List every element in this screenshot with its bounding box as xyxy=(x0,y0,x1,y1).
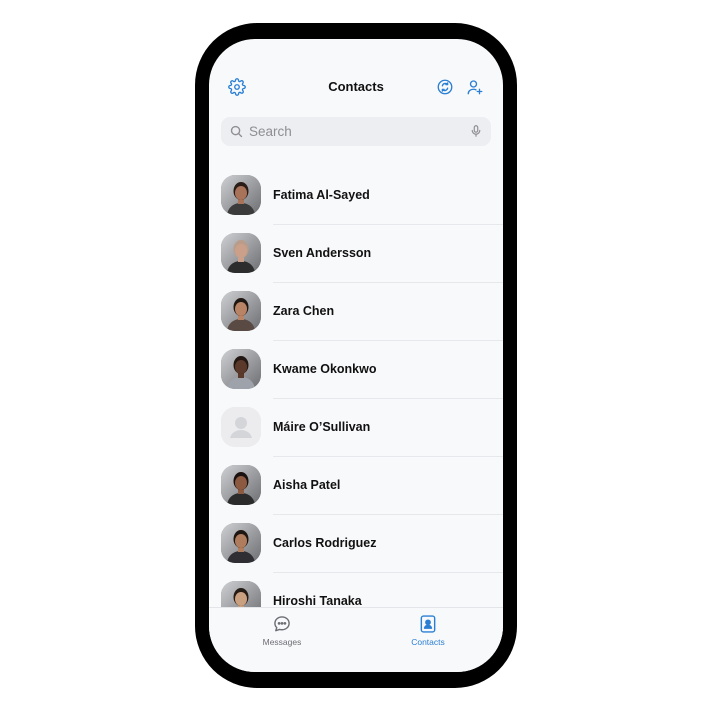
avatar-photo xyxy=(221,233,261,273)
app-screen: Contacts Search Fatima Al-Sayed Sven And… xyxy=(209,39,503,672)
contact-name: Hiroshi Tanaka xyxy=(273,594,362,608)
person-silhouette-icon xyxy=(221,407,261,447)
tab-bar: Messages Contacts xyxy=(209,607,503,672)
add-contact-button[interactable] xyxy=(465,77,485,97)
sync-button[interactable] xyxy=(435,77,455,97)
contact-name: Zara Chen xyxy=(273,304,335,318)
tab-contacts-label: Contacts xyxy=(411,637,445,647)
contact-row[interactable]: Aisha Patel xyxy=(209,457,503,515)
add-contact-icon xyxy=(467,80,483,95)
sync-icon xyxy=(437,79,453,95)
search-input[interactable] xyxy=(249,117,449,146)
tab-messages-label: Messages xyxy=(262,637,302,647)
contact-name: Kwame Okonkwo xyxy=(273,362,377,376)
avatar xyxy=(221,349,261,389)
avatar-photo xyxy=(221,465,261,505)
avatar xyxy=(221,523,261,563)
contact-row[interactable]: Zara Chen xyxy=(209,283,503,341)
contact-row[interactable]: Carlos Rodriguez xyxy=(209,515,503,573)
contact-row[interactable]: Kwame Okonkwo xyxy=(209,341,503,399)
search-icon xyxy=(230,125,243,138)
avatar-photo xyxy=(221,291,261,331)
chat-bubble-icon xyxy=(274,616,290,632)
avatar xyxy=(221,175,261,215)
avatar xyxy=(221,233,261,273)
page-title: Contacts xyxy=(328,79,384,94)
contact-row[interactable]: Máire O’Sullivan xyxy=(209,399,503,457)
phone-frame: Contacts Search Fatima Al-Sayed Sven And… xyxy=(195,23,517,688)
contact-list: Fatima Al-Sayed Sven Andersson Zara Chen Kw… xyxy=(209,167,503,631)
tab-messages[interactable]: Messages xyxy=(237,614,327,647)
contact-name: Fatima Al-Sayed xyxy=(273,188,370,202)
tab-contacts[interactable]: Contacts xyxy=(383,614,473,647)
contact-name: Máire O’Sullivan xyxy=(273,420,371,434)
avatar-photo xyxy=(221,523,261,563)
contacts-book-icon xyxy=(420,615,436,633)
microphone-icon[interactable] xyxy=(469,123,483,139)
avatar xyxy=(221,465,261,505)
contact-row[interactable]: Fatima Al-Sayed xyxy=(209,167,503,225)
contact-name: Carlos Rodriguez xyxy=(273,536,377,550)
contact-row[interactable]: Sven Andersson xyxy=(209,225,503,283)
avatar xyxy=(221,291,261,331)
search-bar[interactable] xyxy=(221,117,491,146)
contact-name: Sven Andersson xyxy=(273,246,372,260)
contact-name: Aisha Patel xyxy=(273,478,341,492)
avatar-photo xyxy=(221,349,261,389)
nav-header: Contacts xyxy=(209,39,503,109)
avatar-placeholder xyxy=(221,407,261,447)
avatar-photo xyxy=(221,175,261,215)
